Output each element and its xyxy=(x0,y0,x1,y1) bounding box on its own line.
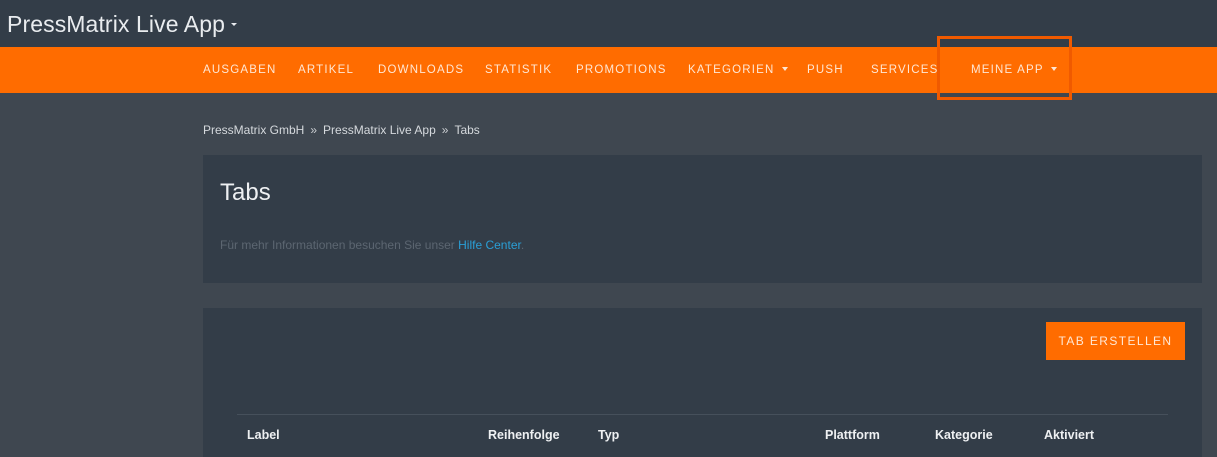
nav-item-services[interactable]: SERVICES xyxy=(871,47,939,93)
create-tab-button[interactable]: TAB ERSTELLEN xyxy=(1046,322,1185,360)
nav-item-kategorien-label: KATEGORIEN xyxy=(688,64,775,76)
column-header-reihenfolge[interactable]: Reihenfolge xyxy=(488,428,560,442)
top-bar: PressMatrix Live App xyxy=(0,0,1217,47)
nav-item-statistik[interactable]: STATISTIK xyxy=(485,47,552,93)
nav-item-promotions[interactable]: PROMOTIONS xyxy=(576,47,667,93)
breadcrumb-item-organization[interactable]: PressMatrix GmbH xyxy=(203,123,304,137)
nav-item-artikel[interactable]: ARTIKEL xyxy=(298,47,354,93)
nav-item-ausgaben[interactable]: AUSGABEN xyxy=(203,47,277,93)
breadcrumb: PressMatrix GmbH » PressMatrix Live App » Ta… xyxy=(203,123,480,137)
nav-item-meine-app-label: MEINE APP xyxy=(971,64,1044,76)
column-header-label[interactable]: Label xyxy=(247,428,280,442)
breadcrumb-item-current: Tabs xyxy=(454,123,480,137)
nav-item-meine-app[interactable]: MEINE APP xyxy=(971,47,1057,93)
column-header-kategorie[interactable]: Kategorie xyxy=(935,428,993,442)
table-divider xyxy=(237,414,1168,415)
main-nav: AUSGABEN ARTIKEL DOWNLOADS STATISTIK PRO… xyxy=(0,47,1217,93)
page-title: Tabs xyxy=(220,179,271,206)
chevron-down-icon xyxy=(1050,66,1057,71)
column-header-plattform[interactable]: Plattform xyxy=(825,428,880,442)
page-header-panel: Tabs Für mehr Informationen besuchen Sie… xyxy=(203,155,1202,283)
chevron-down-icon xyxy=(781,66,788,71)
help-info-prefix: Für mehr Informationen besuchen Sie unse… xyxy=(220,238,459,252)
breadcrumb-separator: » xyxy=(310,123,318,137)
column-header-aktiviert[interactable]: Aktiviert xyxy=(1044,428,1094,442)
app-title: PressMatrix Live App xyxy=(7,11,226,37)
chevron-down-icon xyxy=(231,22,238,26)
help-info-suffix: . xyxy=(520,238,525,252)
help-center-link[interactable]: Hilfe Center xyxy=(458,238,521,252)
help-info-text: Für mehr Informationen besuchen Sie unse… xyxy=(220,238,524,252)
breadcrumb-item-app[interactable]: PressMatrix Live App xyxy=(323,123,436,137)
app-switcher[interactable]: PressMatrix Live App xyxy=(7,11,238,38)
breadcrumb-separator: » xyxy=(441,123,449,137)
tabs-table-panel: TAB ERSTELLEN Label Reihenfolge Typ Plat… xyxy=(203,308,1202,457)
nav-item-push[interactable]: PUSH xyxy=(807,47,844,93)
nav-item-downloads[interactable]: DOWNLOADS xyxy=(378,47,464,93)
column-header-typ[interactable]: Typ xyxy=(598,428,619,442)
nav-item-kategorien[interactable]: KATEGORIEN xyxy=(688,47,788,93)
